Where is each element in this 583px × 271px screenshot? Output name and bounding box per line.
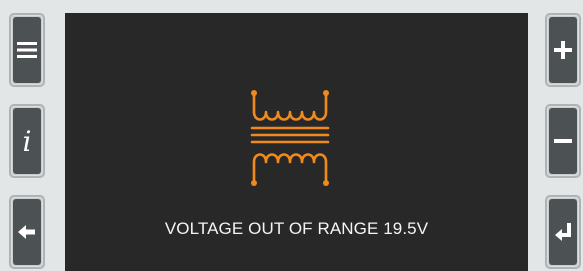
info-icon: i bbox=[23, 125, 32, 157]
plus-icon bbox=[554, 41, 572, 59]
enter-button[interactable] bbox=[545, 195, 581, 269]
info-button[interactable]: i bbox=[9, 104, 45, 178]
back-button[interactable] bbox=[9, 195, 45, 269]
status-message: VOLTAGE OUT OF RANGE 19.5V bbox=[164, 219, 429, 238]
plus-button[interactable] bbox=[545, 13, 581, 87]
minus-button[interactable] bbox=[545, 104, 581, 178]
arrow-left-icon bbox=[18, 225, 35, 239]
svg-text:i: i bbox=[23, 125, 32, 157]
minus-icon bbox=[554, 139, 572, 143]
enter-icon bbox=[555, 223, 571, 241]
menu-button[interactable] bbox=[9, 13, 45, 87]
transformer-icon bbox=[250, 90, 330, 186]
menu-icon bbox=[17, 42, 37, 58]
display-screen: VOLTAGE OUT OF RANGE 19.5V bbox=[65, 13, 528, 271]
